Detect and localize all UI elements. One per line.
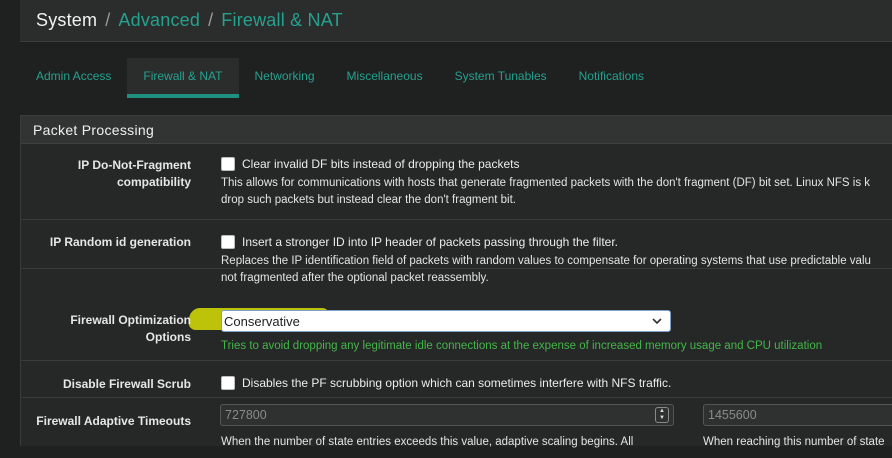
adaptive-start-placeholder: 727800 <box>225 408 267 422</box>
tab-admin-access[interactable]: Admin Access <box>20 58 127 98</box>
dnf-label-line1: IP Do-Not-Fragment <box>77 158 191 172</box>
optimization-row: Firewall Optimization Options Conservati… <box>21 295 892 361</box>
tab-system-tunables[interactable]: System Tunables <box>439 58 563 98</box>
page-header: System / Advanced / Firewall & NAT <box>20 0 892 42</box>
dnf-help: This allows for communications with host… <box>221 175 870 209</box>
scrub-checkbox-line[interactable]: Disables the PF scrubbing option which c… <box>221 376 671 390</box>
stepper-icon[interactable]: ▲ ▼ <box>655 407 669 423</box>
packet-processing-panel: Packet Processing IP Do-Not-Fragment com… <box>20 115 892 448</box>
breadcrumb-system: System <box>36 10 98 30</box>
optimization-label-line2: Options <box>145 330 191 344</box>
random-id-help-line1: Replaces the IP identification field of … <box>221 255 871 267</box>
adaptive-start-help: When the number of state entries exceeds… <box>221 436 634 448</box>
dnf-field: Clear invalid DF bits instead of droppin… <box>221 157 870 209</box>
tab-networking[interactable]: Networking <box>239 58 331 98</box>
scrub-label: Disable Firewall Scrub <box>62 377 191 391</box>
optimization-label-line1: Firewall Optimization <box>70 313 191 327</box>
optimization-field: Conservative Tries to avoid dropping any… <box>221 310 822 355</box>
adaptive-label: Firewall Adaptive Timeouts <box>36 414 191 428</box>
optimization-label: Firewall Optimization Options <box>70 312 191 346</box>
chevron-down-icon <box>652 318 662 324</box>
random-id-field: Insert a stronger ID into IP header of p… <box>221 235 871 287</box>
tab-notifications[interactable]: Notifications <box>563 58 660 98</box>
dnf-help-line1: This allows for communications with host… <box>221 177 871 189</box>
breadcrumb-separator: / <box>105 10 111 30</box>
optimization-help: Tries to avoid dropping any legitimate i… <box>221 340 823 352</box>
dnf-checkbox-label: Clear invalid DF bits instead of droppin… <box>242 157 520 171</box>
scrub-checkbox-label: Disables the PF scrubbing option which c… <box>242 376 672 390</box>
scrub-checkbox[interactable] <box>221 376 235 390</box>
dnf-checkbox-line[interactable]: Clear invalid DF bits instead of droppin… <box>221 157 870 171</box>
optimization-select[interactable]: Conservative <box>221 310 671 332</box>
scrub-field: Disables the PF scrubbing option which c… <box>221 376 671 390</box>
adaptive-row: Firewall Adaptive Timeouts 727800 ▲ ▼ 145… <box>21 398 892 458</box>
random-id-help: Replaces the IP identification field of … <box>221 253 871 287</box>
adaptive-end-help: When reaching this number of state <box>703 436 885 448</box>
tab-miscellaneous[interactable]: Miscellaneous <box>331 58 439 98</box>
random-id-checkbox-label: Insert a stronger ID into IP header of p… <box>242 235 618 249</box>
random-id-checkbox-line[interactable]: Insert a stronger ID into IP header of p… <box>221 235 871 249</box>
dnf-checkbox[interactable] <box>221 157 235 171</box>
adaptive-end-placeholder: 1455600 <box>708 408 757 422</box>
random-id-help-line2: not fragmented after the optional packet… <box>221 272 489 284</box>
random-id-checkbox[interactable] <box>221 235 235 249</box>
tab-firewall-nat[interactable]: Firewall & NAT <box>127 58 239 98</box>
dnf-help-line2: drop such packets but instead clear the … <box>221 194 516 206</box>
panel-title: Packet Processing <box>21 116 892 144</box>
adaptive-start-input[interactable]: 727800 ▲ ▼ <box>220 404 674 426</box>
dnf-row: IP Do-Not-Fragment compatibility Clear i… <box>21 144 892 220</box>
optimization-selected-value: Conservative <box>224 313 300 329</box>
breadcrumb-advanced[interactable]: Advanced <box>118 10 200 31</box>
breadcrumb-separator: / <box>208 10 214 30</box>
dnf-label: IP Do-Not-Fragment compatibility <box>78 157 191 191</box>
random-id-row: IP Random id generation Insert a stronge… <box>21 220 892 284</box>
tab-bar: Admin Access Firewall & NAT Networking M… <box>20 58 892 100</box>
breadcrumb-firewall-nat[interactable]: Firewall & NAT <box>221 10 342 31</box>
dnf-label-line2: compatibility <box>116 175 191 189</box>
random-id-label: IP Random id generation <box>49 235 191 249</box>
adaptive-end-input[interactable]: 1455600 <box>703 404 892 426</box>
scrub-row: Disable Firewall Scrub Disables the PF s… <box>21 361 892 398</box>
breadcrumb: System / Advanced / Firewall & NAT <box>20 10 343 31</box>
